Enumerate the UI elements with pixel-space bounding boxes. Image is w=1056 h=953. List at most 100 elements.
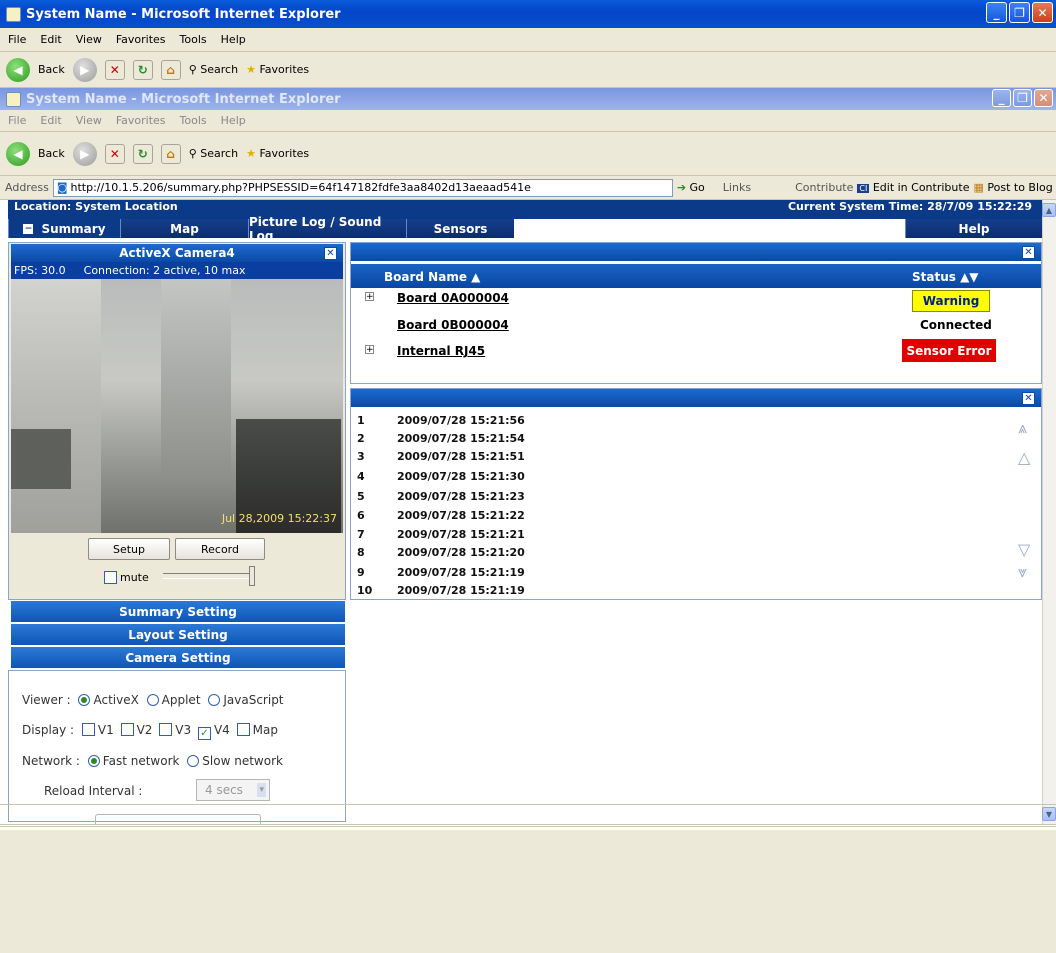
expand-icon[interactable]: + xyxy=(365,345,374,355)
outer-title-bar[interactable]: System Name - Microsoft Internet Explore… xyxy=(0,0,1056,28)
tab-help[interactable]: Help xyxy=(905,219,1042,238)
menu-edit[interactable]: Edit xyxy=(40,33,61,46)
viewer-label: Viewer : xyxy=(22,693,71,707)
board-name-2[interactable]: Board 0B000004 xyxy=(397,318,509,332)
display-v4-checkbox[interactable]: ✓ V4 xyxy=(197,723,230,740)
page-scrollbar[interactable] xyxy=(1042,200,1056,824)
record-button[interactable]: Record xyxy=(175,538,265,560)
tab-picture-log[interactable]: Picture Log / Sound Log xyxy=(248,215,406,243)
menu-help[interactable]: Help xyxy=(221,33,246,46)
menu-file[interactable]: File xyxy=(8,33,26,46)
favorites-button[interactable]: ★ Favorites xyxy=(246,63,309,76)
scroll-down-icon[interactable]: ▽ xyxy=(1018,540,1030,559)
inner-title-bar[interactable]: System Name - Microsoft Internet Explore… xyxy=(0,88,1056,110)
menu-favorites[interactable]: Favorites xyxy=(116,114,166,127)
close-icon[interactable]: ✕ xyxy=(1022,391,1035,405)
inner-window-title: System Name - Microsoft Internet Explore… xyxy=(26,91,341,107)
close-icon[interactable]: ✕ xyxy=(324,246,337,260)
blog-icon: ▦ xyxy=(973,181,984,194)
display-map-checkbox[interactable]: Map xyxy=(236,723,278,737)
status-badge-sensor-error: Sensor Error xyxy=(902,339,996,362)
links-label[interactable]: Links xyxy=(723,181,751,194)
mute-checkbox[interactable]: mute xyxy=(104,571,149,584)
minimize-icon[interactable]: _ xyxy=(986,2,1007,23)
maximize-icon[interactable]: ❐ xyxy=(1013,89,1032,107)
back-label[interactable]: Back xyxy=(38,147,65,160)
viewer-activex-radio[interactable]: ActiveX xyxy=(78,693,139,707)
camera-setting-header[interactable]: Camera Setting xyxy=(11,647,345,669)
scroll-down-arrow-icon[interactable]: ▼ xyxy=(1042,807,1056,821)
stop-icon[interactable]: ✕ xyxy=(104,59,125,80)
layout-setting-header[interactable]: Layout Setting xyxy=(11,624,345,646)
radio-icon xyxy=(208,694,221,706)
back-icon[interactable]: ◀ xyxy=(6,141,30,166)
display-v1-label: V1 xyxy=(97,723,114,737)
viewer-applet-radio[interactable]: Applet xyxy=(146,693,201,707)
viewer-javascript-radio[interactable]: JavaScript xyxy=(208,693,284,707)
camera-info-bar: FPS: 30.0 Connection: 2 active, 10 max xyxy=(11,262,343,279)
edit-in-contribute-button[interactable]: CI Edit in Contribute xyxy=(857,181,969,194)
log-row: 6 2009/07/28 15:21:22 xyxy=(357,509,525,522)
menu-view[interactable]: View xyxy=(76,114,102,127)
network-slow-radio[interactable]: Slow network xyxy=(187,754,283,768)
forward-icon[interactable]: ▶ xyxy=(72,57,97,82)
address-input[interactable]: ◙ http://10.1.5.206/summary.php?PHPSESSID… xyxy=(52,178,673,197)
display-v2-checkbox[interactable]: V2 xyxy=(120,723,152,737)
stop-icon[interactable]: ✕ xyxy=(104,143,125,164)
volume-slider[interactable] xyxy=(163,573,253,579)
back-icon[interactable]: ◀ xyxy=(6,57,30,82)
outer-menu-bar: File Edit View Favorites Tools Help xyxy=(0,28,1056,52)
scroll-up-arrow-icon[interactable]: ▲ xyxy=(1042,203,1056,217)
tab-summary-label: Summary xyxy=(41,221,106,236)
board-name-3[interactable]: Internal RJ45 xyxy=(397,344,485,358)
viewer-applet-label: Applet xyxy=(161,693,201,707)
volume-slider-handle[interactable] xyxy=(249,566,255,586)
tab-sensors[interactable]: Sensors xyxy=(406,219,514,238)
expand-icon[interactable]: + xyxy=(365,292,374,302)
address-bar: Address ◙ http://10.1.5.206/summary.php?P… xyxy=(0,176,1056,200)
menu-help[interactable]: Help xyxy=(221,114,246,127)
maximize-icon[interactable]: ❐ xyxy=(1009,2,1030,23)
tab-map[interactable]: Map xyxy=(120,219,248,238)
tab-summary[interactable]: − Summary xyxy=(8,219,120,238)
menu-edit[interactable]: Edit xyxy=(40,114,61,127)
menu-view[interactable]: View xyxy=(76,33,102,46)
log-index: 8 xyxy=(357,546,365,559)
favorites-button[interactable]: ★ Favorites xyxy=(246,147,309,160)
address-label: Address xyxy=(5,181,49,194)
menu-tools[interactable]: Tools xyxy=(180,33,207,46)
log-row: 10 2009/07/28 15:21:19 xyxy=(357,584,525,597)
scroll-bottom-icon[interactable]: ⩔ xyxy=(1018,562,1027,582)
refresh-icon[interactable]: ↻ xyxy=(132,59,153,80)
refresh-icon[interactable]: ↻ xyxy=(132,143,153,164)
close-icon[interactable]: ✕ xyxy=(1032,2,1053,23)
scroll-up-icon[interactable]: △ xyxy=(1018,448,1030,467)
menu-file[interactable]: File xyxy=(8,114,26,127)
home-icon[interactable]: ⌂ xyxy=(160,59,181,80)
reload-interval-select[interactable]: 4 secs ▾ xyxy=(196,779,270,801)
home-icon[interactable]: ⌂ xyxy=(160,143,181,164)
go-button[interactable]: ➔ Go xyxy=(677,181,705,194)
minimize-icon[interactable]: _ xyxy=(992,89,1011,107)
search-button[interactable]: ⚲ Search xyxy=(189,63,238,76)
camera-setting-button[interactable] xyxy=(95,814,261,824)
post-to-blog-button[interactable]: ▦ Post to Blog xyxy=(973,181,1052,194)
network-fast-radio[interactable]: Fast network xyxy=(87,754,179,768)
back-label[interactable]: Back xyxy=(38,63,65,76)
log-index: 1 xyxy=(357,414,365,427)
display-v3-checkbox[interactable]: V3 xyxy=(159,723,191,737)
scroll-top-icon[interactable]: ⩓ xyxy=(1018,418,1027,438)
close-icon[interactable]: ✕ xyxy=(1022,245,1035,259)
summary-setting-header[interactable]: Summary Setting xyxy=(11,601,345,623)
board-name-1[interactable]: Board 0A000004 xyxy=(397,291,509,305)
search-button[interactable]: ⚲ Search xyxy=(189,147,238,160)
close-icon[interactable]: ✕ xyxy=(1034,89,1053,107)
display-v1-checkbox[interactable]: V1 xyxy=(81,723,114,737)
menu-tools[interactable]: Tools xyxy=(180,114,207,127)
setup-button[interactable]: Setup xyxy=(88,538,170,560)
status-header[interactable]: Status ▲▼ xyxy=(912,270,979,284)
forward-icon[interactable]: ▶ xyxy=(72,141,97,166)
menu-favorites[interactable]: Favorites xyxy=(116,33,166,46)
star-icon: ★ xyxy=(246,147,260,160)
board-name-header[interactable]: Board Name ▲ xyxy=(384,270,480,284)
